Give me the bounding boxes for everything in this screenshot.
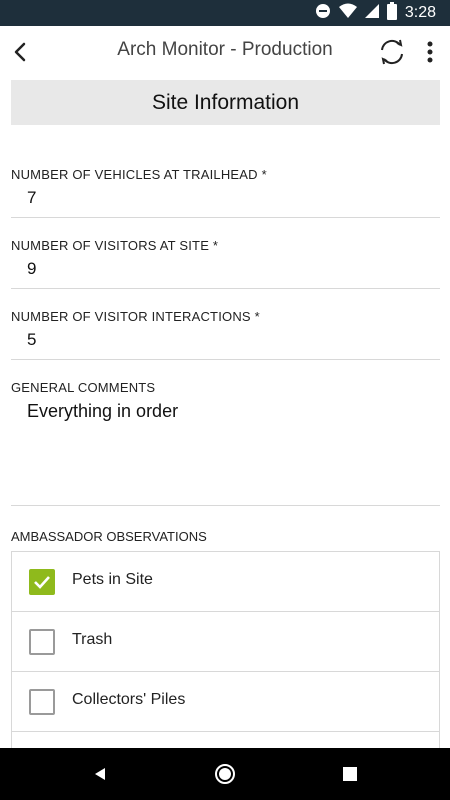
system-nav-bar — [0, 748, 450, 800]
divider — [11, 505, 440, 506]
observation-label: Trash — [72, 631, 113, 648]
comments-input[interactable]: Everything in order — [27, 401, 440, 422]
wifi-icon — [338, 3, 357, 24]
observation-item[interactable]: Trash — [12, 612, 439, 672]
vehicles-field[interactable]: NUMBER OF VEHICLES AT TRAILHEAD * 7 — [11, 167, 440, 208]
observation-item[interactable] — [12, 732, 439, 749]
vehicles-label: NUMBER OF VEHICLES AT TRAILHEAD * — [11, 167, 267, 182]
check-icon — [34, 576, 50, 589]
observation-label: Collectors' Piles — [72, 691, 186, 708]
more-vert-icon — [427, 41, 433, 63]
observation-item[interactable]: Pets in Site — [12, 552, 439, 612]
checkbox-checked[interactable] — [29, 569, 55, 595]
comments-field[interactable]: GENERAL COMMENTS Everything in order — [11, 380, 440, 422]
nav-home-icon — [215, 764, 235, 784]
divider — [11, 288, 440, 289]
comments-label: GENERAL COMMENTS — [11, 380, 156, 395]
observations-label: AMBASSADOR OBSERVATIONS — [11, 529, 207, 544]
interactions-label: NUMBER OF VISITOR INTERACTIONS * — [11, 309, 260, 324]
interactions-input[interactable]: 5 — [27, 330, 440, 350]
interactions-field[interactable]: NUMBER OF VISITOR INTERACTIONS * 5 — [11, 309, 440, 350]
section-header: Site Information — [11, 80, 440, 125]
do-not-disturb-icon — [315, 3, 331, 24]
nav-home-button[interactable] — [213, 762, 237, 786]
status-bar: 3:28 — [0, 0, 450, 26]
status-time: 3:28 — [404, 4, 436, 21]
visitors-input[interactable]: 9 — [27, 259, 440, 279]
sync-button[interactable] — [376, 36, 408, 68]
observation-item[interactable]: Collectors' Piles — [12, 672, 439, 732]
visitors-label: NUMBER OF VISITORS AT SITE * — [11, 238, 219, 253]
vehicles-input[interactable]: 7 — [27, 188, 440, 208]
nav-back-button[interactable] — [88, 762, 112, 786]
nav-back-icon — [95, 768, 105, 780]
battery-icon — [386, 1, 397, 25]
nav-recents-icon — [343, 767, 357, 781]
observations-list: Pets in Site Trash Collectors' Piles — [11, 551, 440, 749]
more-options-button[interactable] — [420, 38, 440, 66]
signal-icon — [364, 3, 379, 24]
app-bar: Arch Monitor - Production — [0, 26, 450, 76]
divider — [11, 359, 440, 360]
divider — [11, 217, 440, 218]
checkbox[interactable] — [29, 689, 55, 715]
observation-label: Pets in Site — [72, 571, 153, 588]
checkbox[interactable] — [29, 629, 55, 655]
visitors-field[interactable]: NUMBER OF VISITORS AT SITE * 9 — [11, 238, 440, 279]
sync-icon — [381, 39, 403, 65]
nav-recents-button[interactable] — [338, 762, 362, 786]
